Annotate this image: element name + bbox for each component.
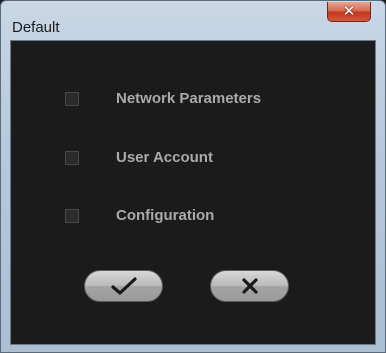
checkmark-icon [110, 277, 137, 295]
option-label: Configuration [116, 207, 215, 224]
option-label: Network Parameters [116, 90, 262, 107]
option-label: User Account [116, 149, 213, 166]
x-icon [241, 278, 258, 294]
window-title: Default [12, 19, 60, 36]
title-bar[interactable]: Default ✕ [1, 1, 385, 39]
confirm-button[interactable] [84, 270, 163, 302]
option-configuration[interactable]: Configuration [12, 202, 374, 230]
close-icon: ✕ [342, 2, 356, 20]
network-parameters-checkbox[interactable] [65, 92, 79, 106]
dialog-content: Network Parameters User Account Configur… [10, 40, 376, 345]
option-network-parameters[interactable]: Network Parameters [12, 85, 374, 113]
configuration-checkbox[interactable] [65, 209, 79, 223]
user-account-checkbox[interactable] [65, 151, 79, 165]
dialog-window: Default ✕ Network Parameters User Accoun… [0, 0, 386, 353]
options-panel: Network Parameters User Account Configur… [12, 42, 374, 343]
cancel-button[interactable] [210, 270, 289, 302]
close-button[interactable]: ✕ [327, 2, 371, 22]
option-user-account[interactable]: User Account [12, 144, 374, 172]
